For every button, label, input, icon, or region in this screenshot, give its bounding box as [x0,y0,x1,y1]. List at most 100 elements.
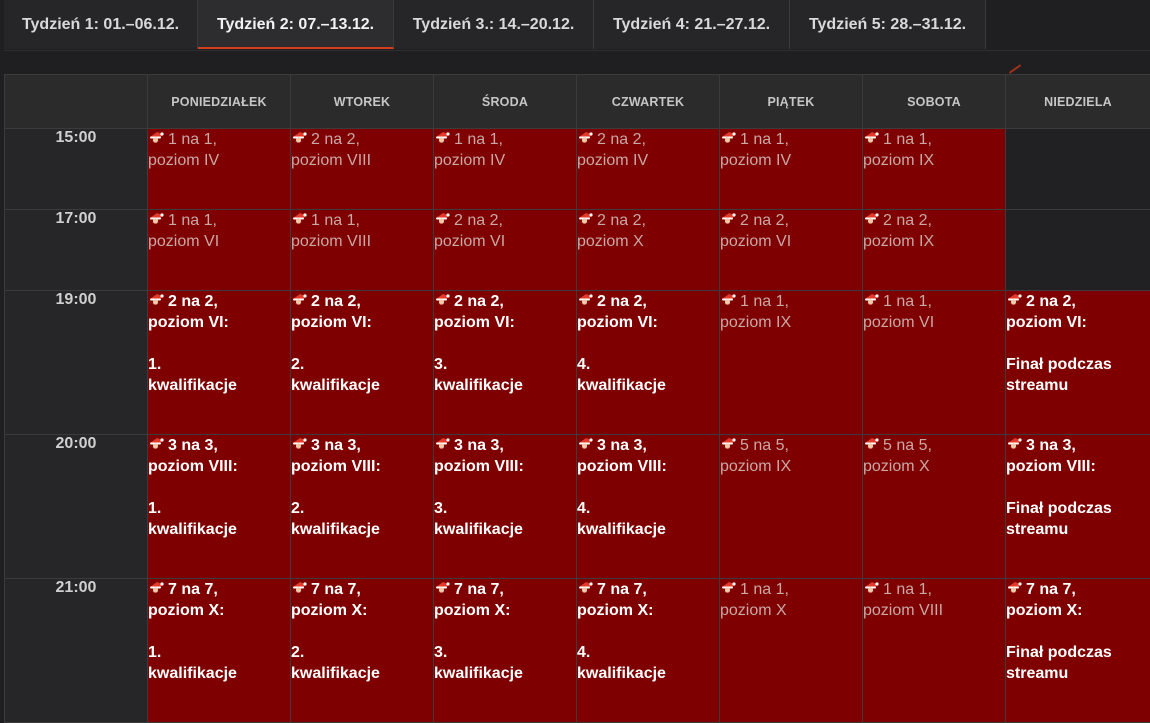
tab-week-3[interactable]: Tydzień 3.: 14.–20.12. [394,0,594,49]
event-mode: 7 na 7, [311,581,361,598]
santa-icon [1006,292,1022,306]
table-row: 20:00 3 na 3, poziom VIII: 1. kwalifikacje 3 … [4,434,1150,579]
event-tier: poziom VI: [1006,314,1087,331]
event-tier: poziom X [577,233,644,250]
event-tier: poziom VI [863,314,935,331]
event-mode: 7 na 7, [168,581,218,598]
event-slot: 2 na 2, poziom VIII [290,128,434,210]
event-tier: poziom X: [291,602,368,619]
santa-icon [291,130,307,144]
event-stage-detail: kwalifikacje [148,521,237,538]
ember-decoration [1008,64,1022,74]
event-mode: 5 na 5, [883,437,932,454]
event-slot: 1 na 1, poziom VIII [290,209,434,291]
tournament-slot: 2 na 2, poziom VI: 1. kwalifikacje [147,290,291,435]
tournament-slot: 7 na 7, poziom X: 2. kwalifikacje [290,578,434,723]
event-slot: 1 na 1, poziom IX [862,128,1006,210]
santa-icon [863,436,879,450]
event-tier: poziom VI: [291,314,372,331]
tournament-slot: 7 na 7, poziom X: 1. kwalifikacje [147,578,291,723]
event-tier: poziom VI: [577,314,658,331]
event-mode: 2 na 2, [883,212,932,229]
event-mode: 1 na 1, [740,293,789,310]
santa-icon [577,436,593,450]
event-slot: 1 na 1, poziom IV [433,128,577,210]
event-slot: 2 na 2, poziom VI [719,209,863,291]
event-mode: 2 na 2, [454,212,503,229]
santa-icon [577,292,593,306]
santa-icon [291,580,307,594]
event-stage-detail: kwalifikacje [577,377,666,394]
empty-slot [1005,128,1150,210]
table-row: 19:00 2 na 2, poziom VI: 1. kwalifikacje 2 na… [4,290,1150,435]
santa-icon [434,436,450,450]
tab-week-1[interactable]: Tydzień 1: 01.–06.12. [4,0,198,49]
event-tier: poziom VI [148,233,220,250]
event-tier: poziom VIII [291,233,372,250]
santa-icon [434,130,450,144]
santa-icon [863,292,879,306]
event-stage: 1. [148,356,162,373]
santa-icon [863,211,879,225]
event-slot: 1 na 1, poziom VIII [862,578,1006,723]
santa-icon [577,580,593,594]
event-slot: 1 na 1, poziom VI [147,209,291,291]
time-label: 15:00 [4,128,148,210]
event-stage: 1. [148,644,162,661]
tab-week-2[interactable]: Tydzień 2: 07.–13.12. [198,0,394,49]
event-mode: 2 na 2, [740,212,789,229]
event-tier: poziom VIII: [577,458,667,475]
tournament-slot: 7 na 7, poziom X: Finał podczas streamu [1005,578,1150,723]
event-mode: 2 na 2, [597,212,646,229]
tournament-slot: 2 na 2, poziom VI: 4. kwalifikacje [576,290,720,435]
event-stage: 3. [434,500,448,517]
tournament-slot: 2 na 2, poziom VI: Finał podczas streamu [1005,290,1150,435]
day-header-saturday: SOBOTA [862,74,1006,129]
day-header-row: PONIEDZIAŁEK WTOREK ŚRODA CZWARTEK PIĄTE… [4,74,1150,129]
santa-icon [291,436,307,450]
event-slot: 2 na 2, poziom X [576,209,720,291]
event-tier: poziom VIII: [148,458,238,475]
santa-icon [720,292,736,306]
santa-icon [1006,580,1022,594]
santa-icon [434,211,450,225]
event-mode: 1 na 1, [883,293,932,310]
santa-icon [863,580,879,594]
event-stage: 4. [577,644,591,661]
event-tier: poziom X [720,602,787,619]
event-stage: Finał podczas [1006,356,1112,373]
tournament-slot: 7 na 7, poziom X: 3. kwalifikacje [433,578,577,723]
event-tier: poziom VIII: [291,458,381,475]
time-label: 17:00 [4,209,148,291]
time-label: 20:00 [4,434,148,579]
event-stage-detail: kwalifikacje [434,665,523,682]
tournament-slot: 7 na 7, poziom X: 4. kwalifikacje [576,578,720,723]
event-tier: poziom VI [434,233,506,250]
event-mode: 1 na 1, [740,581,789,598]
event-tier: poziom IV [577,152,649,169]
event-stage-detail: kwalifikacje [434,521,523,538]
event-tier: poziom IV [434,152,506,169]
santa-icon [720,580,736,594]
event-mode: 3 na 3, [454,437,504,454]
event-stage-detail: kwalifikacje [291,377,380,394]
event-stage-detail: kwalifikacje [148,377,237,394]
event-tier: poziom IX [720,458,792,475]
event-tier: poziom VI: [148,314,229,331]
day-header-sunday: NIEDZIELA [1005,74,1150,129]
event-mode: 2 na 2, [597,131,646,148]
tournament-slot: 3 na 3, poziom VIII: Finał podczas streamu [1005,434,1150,579]
tab-week-4[interactable]: Tydzień 4: 21.–27.12. [594,0,790,49]
tab-week-5[interactable]: Tydzień 5: 28.–31.12. [790,0,986,49]
event-stage: Finał podczas [1006,644,1112,661]
event-stage-detail: kwalifikacje [291,665,380,682]
event-mode: 5 na 5, [740,437,789,454]
time-label: 21:00 [4,578,148,723]
day-header-friday: PIĄTEK [719,74,863,129]
event-slot: 1 na 1, poziom VI [862,290,1006,435]
event-tier: poziom X: [148,602,225,619]
santa-icon [720,211,736,225]
event-tier: poziom X [863,458,930,475]
event-mode: 1 na 1, [311,212,360,229]
event-stage: 1. [148,500,162,517]
